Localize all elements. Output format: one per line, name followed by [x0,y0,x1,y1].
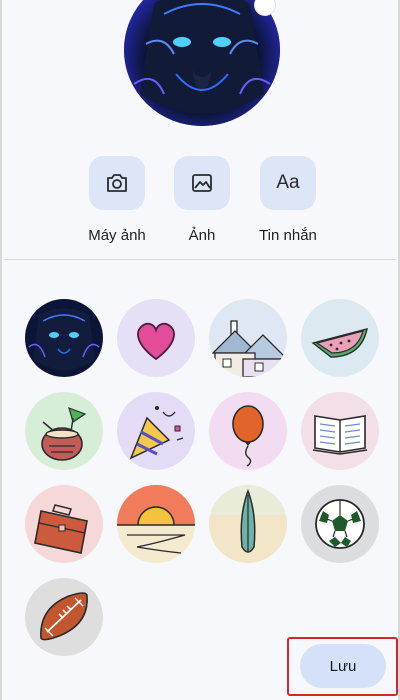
image-icon [192,174,212,192]
heart-icon [117,299,195,377]
avatar-watermelon[interactable] [301,299,379,377]
text-option-label: Tin nhắn [259,227,317,244]
football-icon [25,578,103,656]
avatar-balloon[interactable] [209,392,287,470]
text-aa-icon: Aa [276,172,300,193]
camera-icon [107,174,127,192]
avatar-heart[interactable] [117,299,195,377]
party-popper-icon [117,392,195,470]
avatar-sunset[interactable] [117,485,195,563]
text-option[interactable]: Aa Tin nhắn [233,156,343,244]
avatar-surfboard[interactable] [209,485,287,563]
section-divider [4,259,396,260]
houses-icon [209,299,287,377]
surfboard-icon [209,485,287,563]
save-button[interactable]: Lưu [300,644,386,688]
screen-frame: Máy ảnh Ảnh Aa Tin nhắn Lưu [0,0,400,700]
avatar-soccer-ball[interactable] [301,485,379,563]
balloon-icon [209,392,287,470]
avatar-houses[interactable] [209,299,287,377]
avatar-panther-photo[interactable] [25,299,103,377]
text-option-tile[interactable]: Aa [260,156,316,210]
soccer-ball-icon [301,485,379,563]
watermelon-icon [301,299,379,377]
sunset-icon [117,485,195,563]
open-book-icon [301,392,379,470]
briefcase-icon [25,485,103,563]
camera-option-tile[interactable] [89,156,145,210]
avatar-coconut-drink[interactable] [25,392,103,470]
avatar-party-popper[interactable] [117,392,195,470]
edit-photo-button[interactable] [254,0,276,16]
profile-photo[interactable] [124,0,280,126]
avatar-football[interactable] [25,578,103,656]
avatar-open-book[interactable] [301,392,379,470]
photo-option-tile[interactable] [174,156,230,210]
panther-photo-art [124,0,280,126]
photo-source-options: Máy ảnh Ảnh Aa Tin nhắn [2,156,400,246]
panther-thumbnail [25,299,103,377]
avatar-briefcase[interactable] [25,485,103,563]
coconut-drink-icon [25,392,103,470]
